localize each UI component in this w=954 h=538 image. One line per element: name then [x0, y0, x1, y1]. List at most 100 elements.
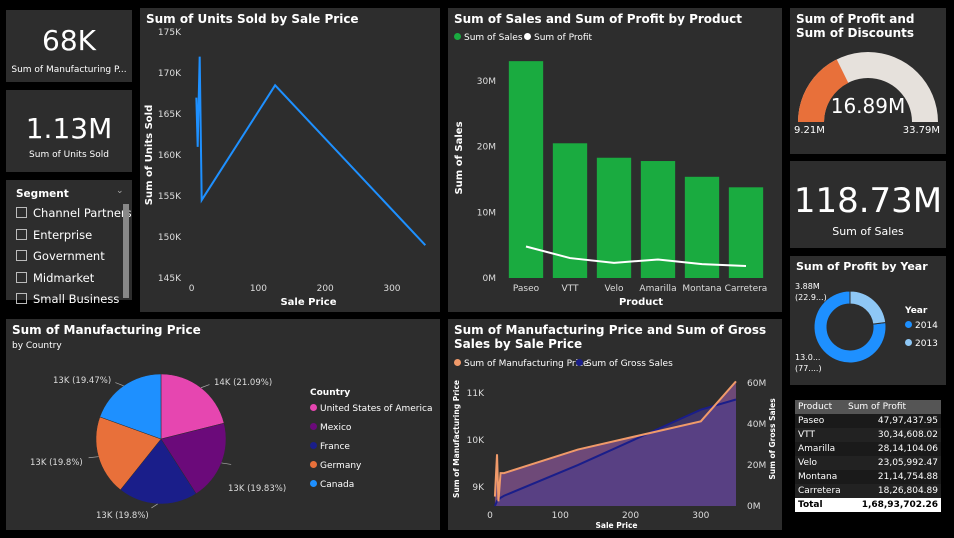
slicer-item[interactable]: Channel Partners: [16, 204, 132, 222]
legend-item[interactable]: 2013: [905, 339, 938, 349]
x-tick-label: Velo: [604, 284, 623, 294]
bar: [508, 61, 544, 279]
profit-table-grid: Product Sum of Profit Paseo 47,97,437.95 V…: [795, 400, 941, 512]
column-header[interactable]: Sum of Profit: [845, 400, 941, 414]
y-tick-label: 20M: [477, 143, 496, 153]
table-row[interactable]: Paseo 47,97,437.95: [795, 414, 941, 428]
label-leader: [200, 384, 210, 389]
profit-cell: 30,34,608.02: [877, 430, 938, 440]
segment-slicer[interactable]: Segment ⌄ Channel Partners Enterprise Go…: [6, 180, 132, 306]
legend-item[interactable]: United States of America: [310, 404, 432, 414]
x-axis-label: Sale Price: [595, 521, 637, 530]
profit-cell: 21,14,754.88: [877, 472, 938, 482]
x-tick-label: Amarilla: [639, 284, 676, 294]
profit-by-year-chart: Sum of Profit by Year 3.88M (22.9...) 13…: [790, 256, 946, 385]
table-row[interactable]: Carretera 18,26,804.89: [795, 484, 941, 498]
table-row[interactable]: Velo 23,05,992.47: [795, 456, 941, 470]
gauge-max: 33.79M: [902, 125, 940, 136]
y-tick-label: 10K: [467, 436, 485, 446]
sales-profit-combo-chart: 30M 20M 10M 0M Sum of Sales Product Paseo VTT Ve…: [454, 61, 767, 308]
x-tick-label: Paseo: [513, 284, 540, 294]
donut-label: 3.88M (22.9...): [795, 282, 827, 302]
y-tick-label-right: 40M: [747, 420, 766, 430]
legend-item[interactable]: 2014: [905, 321, 938, 331]
data-label: 13K (19.8%): [96, 511, 149, 521]
y-axis-label: Sum of Sales: [454, 121, 465, 194]
scrollbar[interactable]: [123, 204, 129, 298]
y-axis-label-right: Sum of Gross Sales: [768, 398, 777, 480]
product-cell: Montana: [798, 472, 838, 482]
kpi-value: 118.73M: [793, 181, 943, 221]
profit-cell: 23,05,992.47: [877, 458, 938, 468]
units-by-price-chart: Sum of Units Sold by Sale Price 175K 170K…: [140, 8, 440, 312]
x-axis-label: Sale Price: [280, 297, 336, 308]
product-cell: Paseo: [798, 416, 825, 426]
x-tick-label: 300: [692, 511, 709, 521]
legend-item[interactable]: France: [310, 442, 350, 452]
gauge-card: Sum of Profit and Sum of Discounts 16.89…: [790, 8, 946, 154]
table-row[interactable]: Montana 21,14,754.88: [795, 470, 941, 484]
x-tick-label: 0: [487, 511, 493, 521]
product-cell: Amarilla: [798, 444, 836, 454]
donut-label: 13.0... (77....): [795, 353, 822, 373]
gauge-min: 9.21M: [794, 125, 825, 136]
x-tick-label: 200: [622, 511, 639, 521]
slicer-item[interactable]: Midmarket: [16, 269, 94, 287]
legend-item[interactable]: Mexico: [310, 423, 351, 433]
legend-item[interactable]: Germany: [310, 461, 361, 471]
data-label: 13K (19.8%): [30, 458, 83, 468]
legend-title: Year: [905, 306, 928, 316]
gauge-value: 16.89M: [830, 94, 906, 118]
y-tick-label: 11K: [467, 389, 485, 399]
chevron-down-icon[interactable]: ⌄: [116, 186, 124, 196]
y-tick-label: 10M: [477, 208, 496, 218]
mfg-gross-area-chart: 11K 10K 9K 60M 40M 20M 0M 0 100 200 300 Sale Price S…: [452, 379, 777, 530]
y-tick-label-right: 20M: [747, 461, 766, 471]
x-tick-label: 200: [317, 284, 334, 294]
slicer-item[interactable]: Enterprise: [16, 226, 92, 244]
mfg-by-country-chart: Sum of Manufacturing Price by Country 14…: [6, 319, 440, 530]
y-tick-label-right: 0M: [747, 502, 761, 512]
x-tick-label: 100: [250, 284, 267, 294]
profit-table: Product Sum of Profit Paseo 47,97,437.95 V…: [790, 392, 946, 530]
y-tick-label: 175K: [158, 28, 182, 38]
table-row[interactable]: Amarilla 28,14,104.06: [795, 442, 941, 456]
gross-area: [494, 399, 736, 506]
y-tick-label-right: 60M: [747, 379, 766, 389]
slicer-item[interactable]: Government: [16, 247, 105, 265]
total-label: Total: [798, 500, 823, 510]
x-axis-label: Product: [619, 297, 663, 308]
product-cell: Velo: [798, 458, 818, 468]
legend-item[interactable]: Canada: [310, 480, 354, 490]
column-header[interactable]: Product: [795, 400, 845, 414]
kpi-value: 68K: [42, 24, 96, 57]
slicer-item[interactable]: Small Business: [16, 290, 119, 308]
kpi-label: Sum of Manufacturing P...: [11, 65, 127, 75]
x-tick-label: VTT: [562, 284, 579, 294]
label-leader: [88, 456, 99, 459]
y-tick-label: 30M: [477, 77, 496, 87]
data-label: 13K (19.47%): [53, 376, 111, 386]
y-axis-label: Sum of Manufacturing Price: [452, 380, 461, 498]
y-tick-label: 165K: [158, 110, 182, 120]
slicer-title: Segment: [16, 188, 69, 200]
product-cell: Carretera: [798, 486, 841, 496]
y-tick-label: 150K: [158, 233, 182, 243]
kpi-card-units-sold: 1.13M Sum of Units Sold: [6, 90, 132, 172]
label-leader: [151, 503, 158, 509]
table-row[interactable]: VTT 30,34,608.02: [795, 428, 941, 442]
label-leader: [221, 462, 232, 465]
bar: [728, 187, 764, 278]
y-tick-label: 145K: [158, 274, 182, 284]
y-tick-label: 155K: [158, 192, 182, 202]
y-tick-label: 160K: [158, 151, 182, 161]
x-tick-label: Montana: [682, 284, 721, 294]
profit-cell: 28,14,104.06: [877, 444, 938, 454]
profit-cell: 18,26,804.89: [877, 486, 938, 496]
kpi-value: 1.13M: [25, 112, 113, 145]
kpi-label: Sum of Units Sold: [29, 150, 109, 160]
sales-card: 118.73M Sum of Sales: [790, 161, 946, 248]
y-tick-label: 9K: [472, 483, 485, 493]
donut-slice: [849, 290, 887, 325]
sales-profit-chart: Sum of Sales and Sum of Profit by Produc…: [448, 8, 782, 312]
